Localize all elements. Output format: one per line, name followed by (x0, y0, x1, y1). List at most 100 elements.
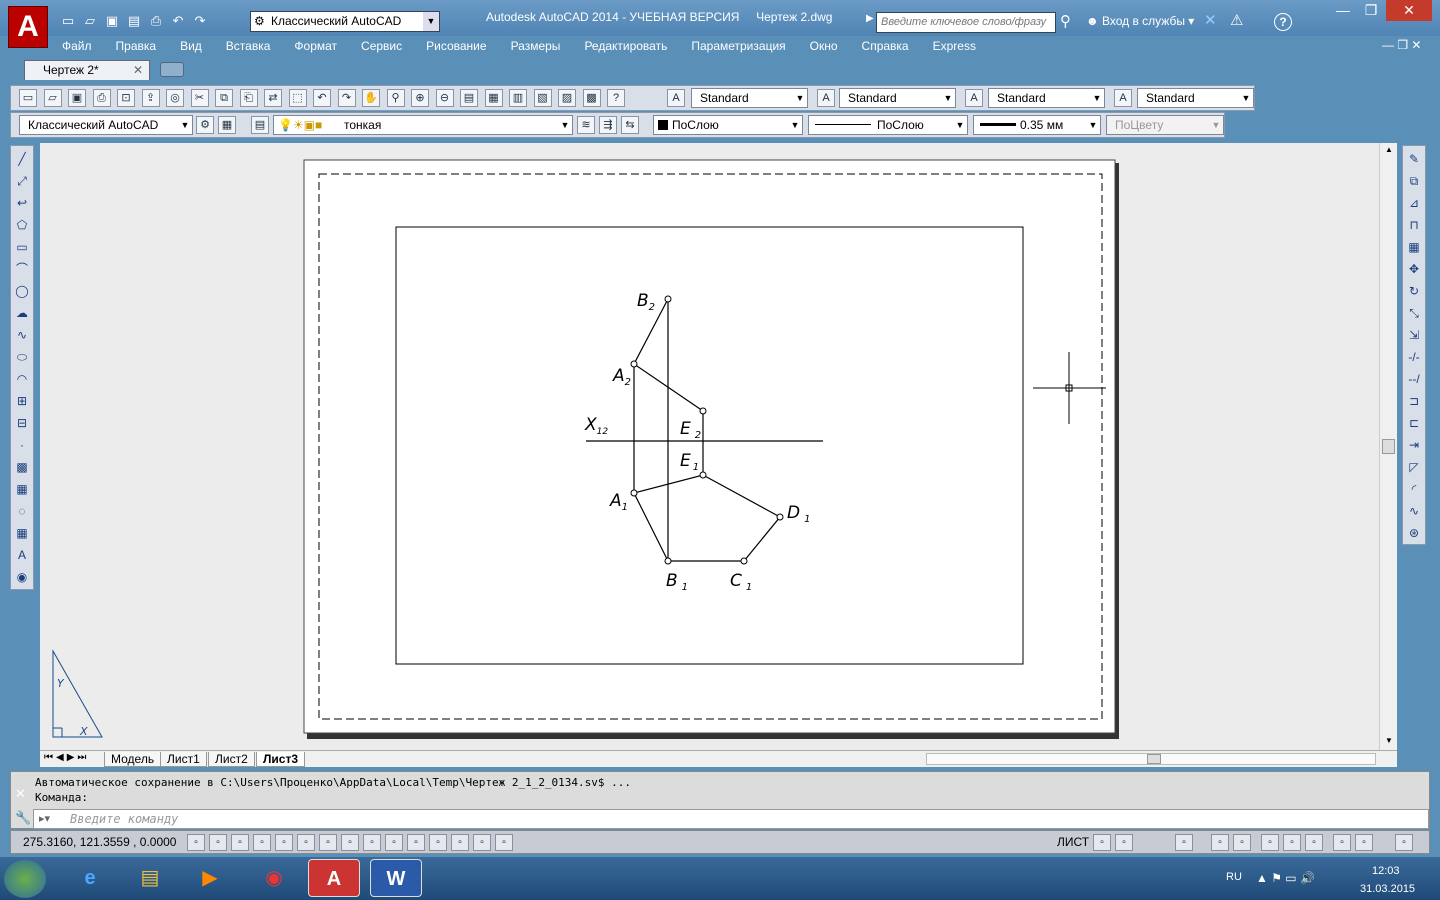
menu-item[interactable]: Сервис (349, 39, 414, 53)
copy-object-icon[interactable]: ⧉ (1405, 172, 1423, 190)
workspace-select[interactable]: Классический AutoCAD ▼ (19, 115, 193, 135)
exchange-icon[interactable]: ✕ (1204, 11, 1217, 29)
document-window-controls[interactable]: — ❐ ✕ (1382, 38, 1421, 52)
tab-sheet2[interactable]: Лист2 (208, 752, 255, 767)
quick-view-icon[interactable]: ▫ (1115, 834, 1133, 851)
language-indicator[interactable]: RU (1226, 871, 1242, 883)
dim-style-select[interactable]: Standard ▼ (839, 88, 956, 108)
text-style-icon[interactable]: A (667, 89, 685, 107)
pan-icon[interactable]: ✋ (362, 89, 380, 107)
minimize-button[interactable]: — (1330, 0, 1356, 21)
tab-navigation-arrows[interactable]: ⏮◀▶⏭ (44, 752, 89, 763)
3d-osnap-icon[interactable]: ▫ (319, 834, 337, 851)
redo-icon[interactable]: ↷ (190, 11, 210, 31)
maximize-button[interactable]: ❐ (1358, 0, 1384, 21)
fillet-icon[interactable]: ◜ (1405, 480, 1423, 498)
annotation-visibility-icon[interactable]: ▫ (1233, 834, 1251, 851)
workspace-switching-icon[interactable]: ▫ (1261, 834, 1279, 851)
make-current-layer-icon[interactable]: ≋ (577, 116, 595, 134)
document-tab[interactable]: Чертеж 2* ✕ (24, 60, 150, 80)
properties-icon[interactable]: ▤ (460, 89, 478, 107)
new-file-icon[interactable]: ▭ (58, 11, 78, 31)
cut-icon[interactable]: ✂ (190, 89, 209, 107)
layer-select[interactable]: 💡☀▣■ тонкая ▼ (273, 115, 573, 135)
menu-item[interactable]: Правка (104, 39, 169, 53)
object-snap-icon[interactable]: ▫ (297, 834, 315, 851)
help-icon[interactable]: ? (1274, 13, 1292, 31)
binoculars-icon[interactable]: ⚲ (1060, 12, 1071, 30)
command-prompt-icon[interactable]: ▸▾ (39, 812, 50, 825)
zoom-window-icon[interactable]: ⊕ (411, 89, 429, 107)
explode-icon[interactable]: ⊛ (1405, 524, 1423, 542)
menu-item[interactable]: Формат (282, 39, 349, 53)
revision-cloud-icon[interactable]: ☁ (13, 304, 31, 322)
dynamic-ucs-icon[interactable]: ▫ (363, 834, 381, 851)
chamfer-icon[interactable]: ◸ (1405, 458, 1423, 476)
grid-display-icon[interactable]: ▫ (231, 834, 249, 851)
ellipse-icon[interactable]: ⬭ (13, 348, 31, 366)
ortho-mode-icon[interactable]: ▫ (253, 834, 271, 851)
gradient-icon[interactable]: ▦ (13, 480, 31, 498)
selection-cycling-icon[interactable]: ▫ (473, 834, 491, 851)
join-icon[interactable]: ⇥ (1405, 436, 1423, 454)
object-snap-tracking-icon[interactable]: ▫ (341, 834, 359, 851)
move-icon[interactable]: ✥ (1405, 260, 1423, 278)
trim-icon[interactable]: -/- (1405, 348, 1423, 366)
tray-icons[interactable]: ▲ ⚑ ▭ 🔊 (1256, 871, 1315, 885)
menu-item[interactable]: Параметризация (679, 39, 797, 53)
color-select[interactable]: ПоСлою ▼ (653, 115, 803, 135)
search-input[interactable]: Введите ключевое слово/фразу (876, 12, 1056, 33)
menu-item[interactable]: Редактировать (572, 39, 679, 53)
redo-icon[interactable]: ↷ (337, 89, 356, 107)
new-tab-button[interactable] (160, 62, 184, 77)
scale-icon[interactable]: ⤡ (1405, 304, 1423, 322)
layout-tools-icon[interactable]: ▫ (1093, 834, 1111, 851)
block-editor-icon[interactable]: ⬚ (288, 89, 307, 107)
ie-taskbar-icon[interactable]: e (64, 859, 116, 897)
table-style-icon[interactable]: A (965, 89, 983, 107)
dynamic-input-icon[interactable]: ▫ (385, 834, 403, 851)
array-icon[interactable]: ▦ (1405, 238, 1423, 256)
help-icon[interactable]: ? (607, 89, 625, 107)
lineweight-select[interactable]: 0.35 мм ▼ (973, 115, 1101, 135)
menu-item[interactable]: Вставка (214, 39, 283, 53)
blend-curves-icon[interactable]: ∿ (1405, 502, 1423, 520)
open-icon[interactable]: ▱ (43, 89, 62, 107)
quickcalc-icon[interactable]: ▩ (582, 89, 601, 107)
ellipse-arc-icon[interactable]: ◠ (13, 370, 31, 388)
transparency-icon[interactable]: ▫ (429, 834, 447, 851)
zoom-realtime-icon[interactable]: ⚲ (386, 89, 405, 107)
menu-item[interactable]: Рисование (414, 39, 498, 53)
scroll-down-icon[interactable]: ▼ (1385, 736, 1393, 745)
mirror-icon[interactable]: ⊿ (1405, 194, 1423, 212)
menu-item[interactable]: Справка (850, 39, 921, 53)
wrench-icon[interactable]: 🔧 (15, 810, 31, 826)
rotate-icon[interactable]: ↻ (1405, 282, 1423, 300)
settings-icon[interactable]: ⚙ (196, 116, 214, 134)
tool-palettes-icon[interactable]: ▥ (509, 89, 527, 107)
maximize-viewport-icon[interactable]: ▫ (1175, 834, 1193, 851)
arc-icon[interactable]: ⌒ (13, 260, 31, 278)
3d-print-icon[interactable]: ◎ (166, 89, 184, 107)
layer-state-icon[interactable]: ⇆ (621, 116, 639, 134)
tab-sheet3[interactable]: Лист3 (256, 752, 306, 767)
add-selected-icon[interactable]: ◉ (13, 568, 31, 586)
workspace-switcher[interactable]: ⚙ Классический AutoCAD ▼ (250, 11, 440, 32)
open-file-icon[interactable]: ▱ (80, 11, 100, 31)
make-block-icon[interactable]: ⊟ (13, 414, 31, 432)
media-player-taskbar-icon[interactable]: ▶ (184, 859, 236, 897)
sheet-set-icon[interactable]: ▧ (533, 89, 552, 107)
hatch-icon[interactable]: ▩ (13, 458, 31, 476)
insert-block-icon[interactable]: ⊞ (13, 392, 31, 410)
dim-style-icon[interactable]: A (817, 89, 835, 107)
scroll-up-icon[interactable]: ▲ (1385, 145, 1393, 154)
application-menu-button[interactable]: A (8, 6, 48, 48)
undo-icon[interactable]: ↶ (168, 11, 188, 31)
publish-icon[interactable]: ⇪ (141, 89, 160, 107)
autocad-taskbar-icon[interactable]: A (308, 859, 360, 897)
isolate-objects-icon[interactable]: ▫ (1333, 834, 1351, 851)
erase-icon[interactable]: ✎ (1405, 150, 1423, 168)
spline-icon[interactable]: ∿ (13, 326, 31, 344)
rectangle-icon[interactable]: ▭ (13, 238, 31, 256)
start-button[interactable] (4, 860, 46, 898)
